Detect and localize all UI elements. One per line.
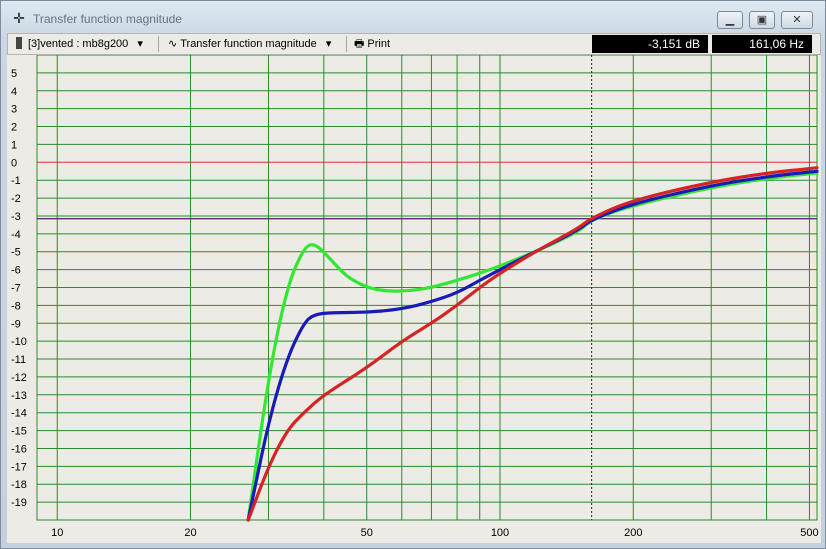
db-readout: -3,151 dB xyxy=(592,35,708,53)
restore-icon: ▣ xyxy=(756,14,768,26)
y-tick-label: 0 xyxy=(11,157,17,169)
y-tick-label: -7 xyxy=(11,283,21,295)
y-tick-label: 4 xyxy=(11,86,17,98)
y-tick-label: -2 xyxy=(11,193,21,205)
y-tick-label: -13 xyxy=(11,390,27,402)
y-tick-label: 1 xyxy=(11,139,17,151)
window-title: Transfer function magnitude xyxy=(33,12,182,26)
toolbar-separator xyxy=(346,36,347,52)
project-select-label: [3]vented : mb8g200 xyxy=(28,38,129,50)
view-select[interactable]: ∿ Transfer function magnitude ▾ xyxy=(168,36,331,52)
chevron-down-icon: ▾ xyxy=(325,38,332,50)
waveform-icon: ∿ xyxy=(168,38,178,50)
minimize-icon: ▁ xyxy=(725,14,735,26)
y-tick-label: -5 xyxy=(11,247,21,259)
y-tick-label: -9 xyxy=(11,318,21,330)
restore-button[interactable]: ▣ xyxy=(749,11,775,29)
y-tick-label: -16 xyxy=(11,443,27,455)
y-tick-label: -19 xyxy=(11,497,27,509)
view-select-label: Transfer function magnitude xyxy=(180,38,317,50)
close-icon: ✕ xyxy=(792,14,802,26)
y-tick-label: 3 xyxy=(11,104,17,116)
minimize-button[interactable]: ▁ xyxy=(717,11,743,29)
toolbar: [3]vented : mb8g200 ▾ ∿ Transfer function… xyxy=(7,33,821,55)
x-tick-label: 50 xyxy=(361,527,373,539)
y-tick-label: -12 xyxy=(11,372,27,384)
x-tick-label: 20 xyxy=(184,527,196,539)
print-label: Print xyxy=(367,38,391,50)
y-tick-label: -11 xyxy=(11,354,26,366)
y-tick-label: -10 xyxy=(11,336,27,348)
y-tick-label: -15 xyxy=(11,426,27,438)
close-button[interactable]: ✕ xyxy=(781,11,813,29)
x-tick-label: 500 xyxy=(800,527,818,539)
project-select[interactable]: [3]vented : mb8g200 ▾ xyxy=(16,36,176,52)
y-tick-label: 2 xyxy=(11,122,17,134)
y-tick-label: -3 xyxy=(11,211,21,223)
print-button[interactable]: 🖶 Print xyxy=(354,36,390,52)
x-tick-label: 10 xyxy=(51,527,63,539)
chevron-down-icon: ▾ xyxy=(137,38,143,50)
app-window: ✛ Transfer function magnitude ▁ ▣ ✕ [3]v… xyxy=(0,0,826,549)
y-tick-label: -6 xyxy=(11,265,21,277)
magnitude-chart[interactable]: 543210-1-2-3-4-5-6-7-8-9-10-11-12-13-14-… xyxy=(7,54,821,543)
y-tick-label: -18 xyxy=(11,479,27,491)
y-tick-label: -14 xyxy=(11,408,27,420)
printer-icon: 🖶 xyxy=(354,38,365,50)
x-tick-label: 100 xyxy=(491,527,509,539)
y-tick-label: -8 xyxy=(11,300,21,312)
x-tick-label: 200 xyxy=(624,527,642,539)
y-tick-label: -1 xyxy=(11,175,21,187)
y-tick-label: 5 xyxy=(11,68,17,80)
toolbar-separator xyxy=(158,36,159,52)
y-tick-label: -17 xyxy=(11,461,27,473)
crosshair-icon: ✛ xyxy=(13,10,25,26)
y-tick-label: -4 xyxy=(11,229,21,241)
speaker-icon xyxy=(16,37,22,49)
title-bar[interactable]: ✛ Transfer function magnitude ▁ ▣ ✕ xyxy=(1,1,825,33)
hz-readout: 161,06 Hz xyxy=(712,35,812,53)
plot-area[interactable]: 5 4 3 2 1 0 -1 -2 -3 -4 -5 -6 -7 -8 -9 -10 -11 -12 -13 -14-… xyxy=(7,54,821,543)
